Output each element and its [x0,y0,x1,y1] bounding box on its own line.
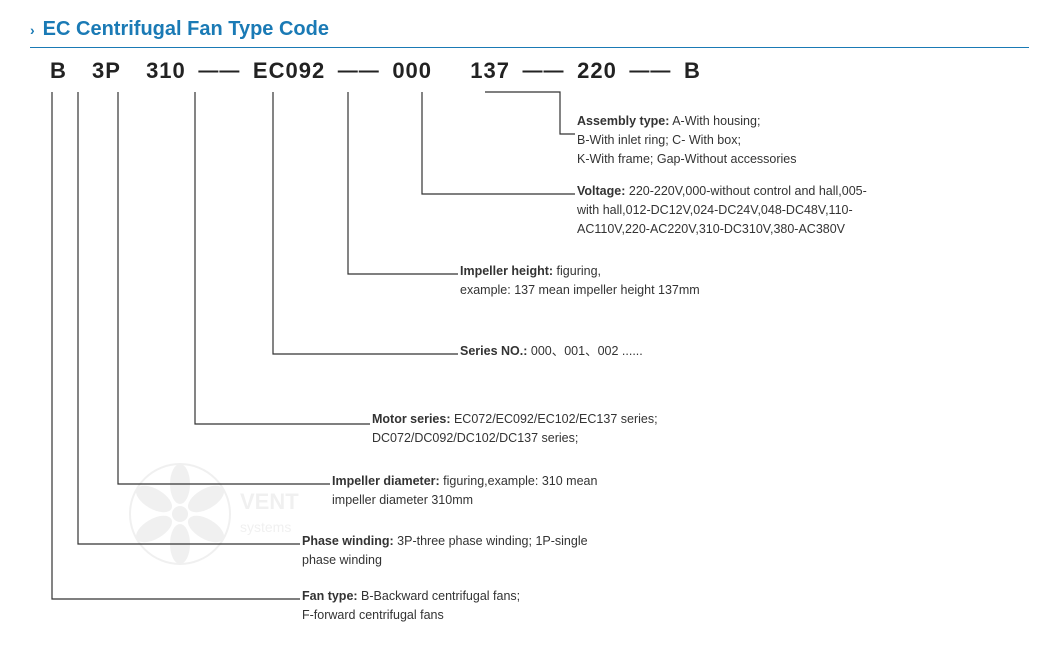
code-dash-4: —— [331,60,386,83]
annotation-series-no-label: Series NO.: 000、001、002 ...... [460,344,643,358]
annotation-voltage-text: with hall,012-DC12V,024-DC24V,048-DC48V,… [577,203,853,217]
annotation-fan-type-text: F-forward centrifugal fans [302,608,444,622]
code-000: 000 [392,58,432,84]
annotation-motor-series-text: DC072/DC092/DC102/DC137 series; [372,431,578,445]
watermark-logo: VENT systems [110,454,330,574]
annotation-assembly-text: B-With inlet ring; C- With box; [577,133,741,147]
title-chevron-icon: › [30,22,35,38]
code-137: 137 [470,58,510,84]
code-dash-1 [73,60,86,83]
code-B2: B [684,58,701,84]
code-310: 310 [146,58,186,84]
annotation-impeller-height-label: Impeller height: figuring, [460,264,601,278]
annotation-assembly: Assembly type: A-With housing; B-With in… [577,112,797,168]
annotation-motor-series: Motor series: EC072/EC092/EC102/EC137 se… [372,410,658,448]
code-dash-5 [438,60,464,83]
annotation-series-no: Series NO.: 000、001、002 ...... [460,342,643,361]
svg-text:systems: systems [240,519,291,535]
annotation-voltage: Voltage: 220-220V,000-without control an… [577,182,867,238]
annotation-impeller-height-text: example: 137 mean impeller height 137mm [460,283,700,297]
annotation-impeller-diameter-label: Impeller diameter: figuring,example: 310… [332,474,597,488]
annotation-impeller-height: Impeller height: figuring, example: 137 … [460,262,700,300]
title-divider [30,47,1029,48]
page-title: EC Centrifugal Fan Type Code [43,18,329,41]
annotation-voltage-text2: AC110V,220-AC220V,310-DC310V,380-AC380V [577,222,845,236]
code-dash-7: —— [623,60,678,83]
code-dash-6: —— [516,60,571,83]
diagram-area: VENT systems Assembly type: A-With housi… [30,84,1029,654]
annotation-voltage-label: Voltage: 220-220V,000-without control an… [577,184,867,198]
page-container: › EC Centrifugal Fan Type Code B 3P 310 … [0,0,1059,668]
code-dash-3: —— [192,60,247,83]
annotation-phase-winding-text: phase winding [302,553,382,567]
annotation-phase-winding: Phase winding: 3P-three phase winding; 1… [302,532,588,570]
code-B: B [50,58,67,84]
code-EC092: EC092 [253,58,325,84]
annotation-assembly-label: Assembly type: A-With housing; [577,114,760,128]
annotation-phase-winding-label: Phase winding: 3P-three phase winding; 1… [302,534,588,548]
svg-text:VENT: VENT [240,489,299,514]
annotation-fan-type-label: Fan type: B-Backward centrifugal fans; [302,589,520,603]
code-220: 220 [577,58,617,84]
annotation-motor-series-label: Motor series: EC072/EC092/EC102/EC137 se… [372,412,658,426]
code-row: B 3P 310 —— EC092 —— 000 137 —— 220 —— B [50,58,1029,84]
code-3P: 3P [92,58,121,84]
code-dash-2 [127,60,140,83]
annotation-impeller-diameter-text: impeller diameter 310mm [332,493,473,507]
title-row: › EC Centrifugal Fan Type Code [30,18,1029,41]
annotation-assembly-text2: K-With frame; Gap-Without accessories [577,152,797,166]
annotation-impeller-diameter: Impeller diameter: figuring,example: 310… [332,472,597,510]
annotation-fan-type: Fan type: B-Backward centrifugal fans; F… [302,587,520,625]
